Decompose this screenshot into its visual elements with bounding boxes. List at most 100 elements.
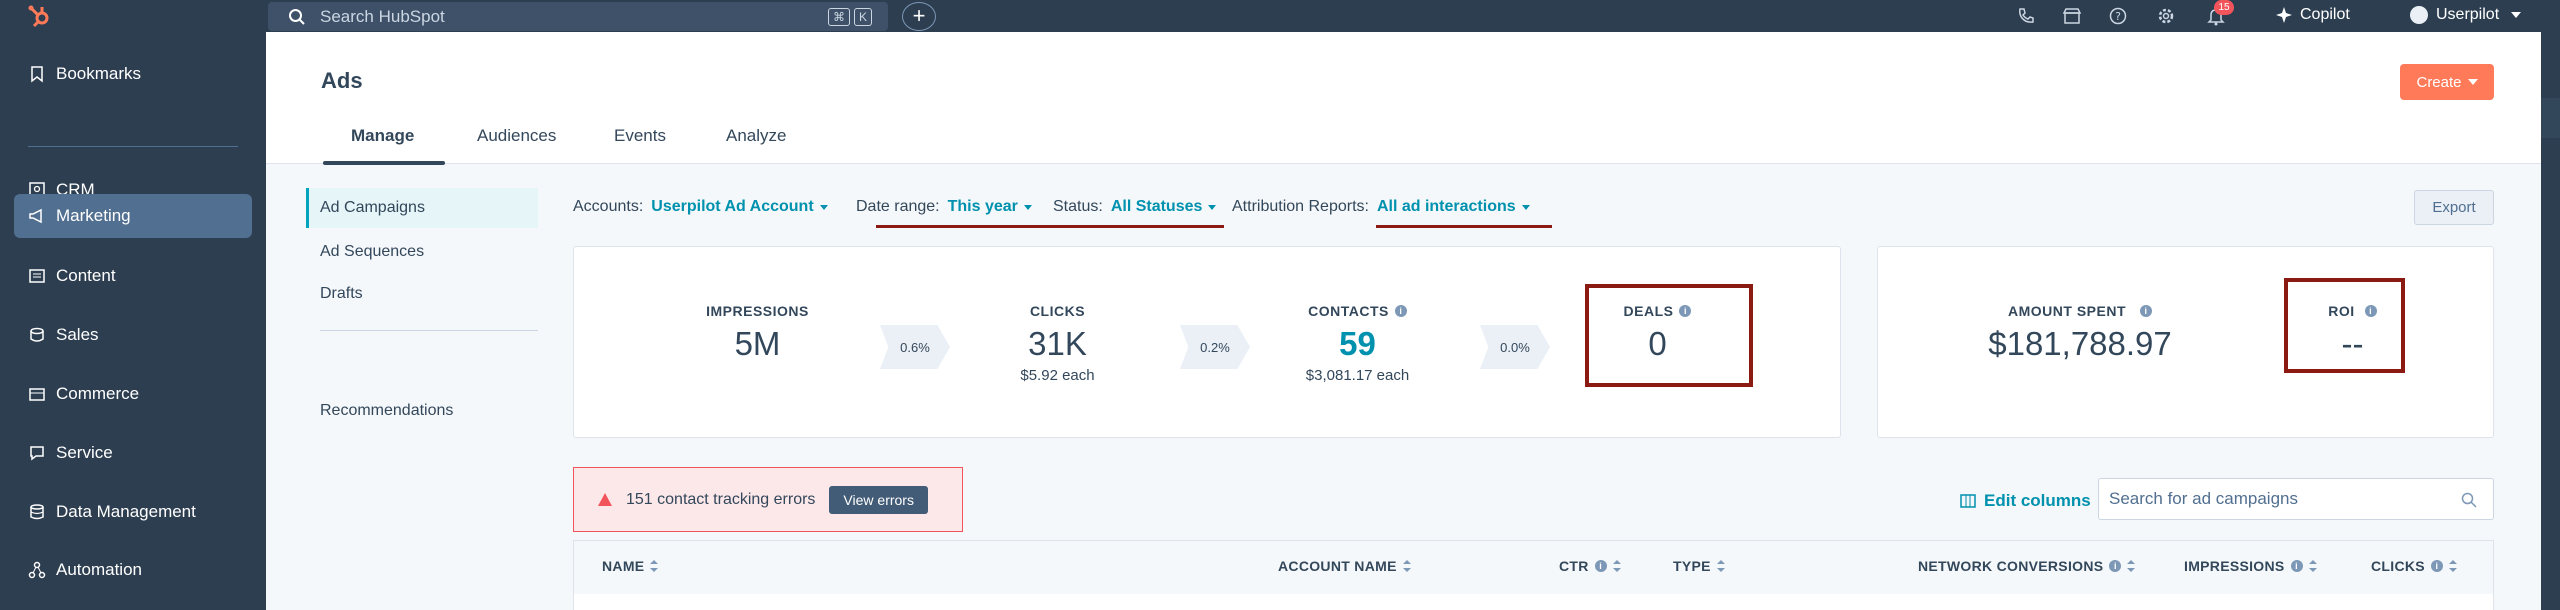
- sidebar-item-marketing[interactable]: Marketing: [14, 194, 252, 238]
- sidebar-item-label: Automation: [56, 560, 142, 579]
- tab-events[interactable]: Events: [614, 126, 666, 146]
- subnav-ad-sequences[interactable]: Ad Sequences: [306, 232, 538, 272]
- sales-icon: [30, 327, 44, 342]
- right-panel-tab[interactable]: [2541, 98, 2560, 138]
- sidebar-item-label: Sales: [56, 325, 99, 344]
- svg-text:?: ?: [2115, 10, 2121, 23]
- date-range-filter[interactable]: Date range: This year: [856, 198, 1032, 216]
- column-header-name[interactable]: NAME: [602, 558, 659, 574]
- tab-audiences[interactable]: Audiences: [477, 126, 556, 146]
- status-label: Status:: [1053, 198, 1103, 215]
- column-header-account-name[interactable]: ACCOUNT NAME: [1278, 558, 1411, 574]
- sidebar-item-data-management[interactable]: Data Management: [14, 490, 252, 534]
- contacts-cost: $3,081.17 each: [1305, 367, 1410, 384]
- conversion-rate-arrow: 0.6%: [880, 325, 950, 369]
- sidebar-item-sales[interactable]: Sales: [14, 313, 252, 357]
- view-errors-button[interactable]: View errors: [829, 485, 928, 514]
- column-label: IMPRESSIONS: [2184, 558, 2285, 574]
- column-header-network-conversions[interactable]: NETWORK CONVERSIONS i: [1918, 558, 2136, 574]
- chevron-down-icon: [1208, 204, 1217, 210]
- amount-spent-metric: AMOUNT SPENT i $181,788.97: [1970, 303, 2190, 363]
- sidebar-item-content[interactable]: Content: [14, 254, 252, 298]
- impressions-value: 5M: [734, 325, 781, 362]
- campaigns-table-body: [573, 594, 2494, 610]
- info-icon[interactable]: i: [1394, 305, 1407, 317]
- column-header-impressions[interactable]: IMPRESSIONS i: [2184, 558, 2317, 574]
- sidebar-item-label: Content: [56, 266, 116, 285]
- accounts-filter-value: Userpilot Ad Account: [651, 198, 814, 215]
- impressions-metric: IMPRESSIONS 5M: [690, 303, 825, 363]
- top-navigation-bar: Search HubSpot ⌘ K + ? 15 Copilot Userpi…: [0, 0, 2560, 32]
- annotation-underline: [1376, 225, 1552, 228]
- clicks-label: CLICKS: [1029, 303, 1086, 319]
- copilot-button[interactable]: Copilot: [2276, 6, 2350, 24]
- sidebar-item-automation[interactable]: Automation: [14, 548, 252, 592]
- sidebar-item-service[interactable]: Service: [14, 431, 252, 475]
- tab-analyze[interactable]: Analyze: [726, 126, 786, 146]
- column-label: ACCOUNT NAME: [1278, 558, 1397, 574]
- bookmark-icon: [31, 66, 43, 83]
- sort-icon: [1716, 560, 1725, 572]
- columns-icon: [1960, 494, 1976, 508]
- status-value: All Statuses: [1110, 198, 1203, 215]
- sort-icon: [1612, 560, 1621, 572]
- date-range-label: Date range:: [856, 198, 940, 215]
- info-icon[interactable]: i: [2109, 560, 2122, 572]
- search-icon: [2461, 492, 2477, 508]
- subnav-recommendations[interactable]: Recommendations: [306, 391, 538, 431]
- chevron-down-icon: [819, 204, 828, 210]
- accounts-filter[interactable]: Accounts: Userpilot Ad Account: [573, 198, 828, 216]
- create-button[interactable]: Create: [2400, 64, 2494, 100]
- user-menu[interactable]: Userpilot: [2410, 6, 2522, 24]
- date-range-value: This year: [947, 198, 1018, 215]
- create-label: Create: [2416, 73, 2462, 91]
- right-panel-strip: [2541, 32, 2560, 610]
- page-header: [266, 32, 2541, 164]
- logo-icon[interactable]: [26, 3, 52, 29]
- status-filter[interactable]: Status: All Statuses: [1053, 198, 1217, 216]
- tracking-errors-text: 151 contact tracking errors: [626, 490, 816, 508]
- attribution-label: Attribution Reports:: [1232, 198, 1369, 215]
- column-header-clicks[interactable]: CLICKS i: [2371, 558, 2457, 574]
- sort-icon: [2308, 560, 2317, 572]
- column-header-ctr[interactable]: CTR i: [1559, 558, 1621, 574]
- settings-icon[interactable]: [2156, 6, 2176, 26]
- user-name: Userpilot: [2436, 6, 2500, 23]
- info-icon[interactable]: i: [2140, 305, 2152, 317]
- conversion-rate-arrow: 0.2%: [1180, 325, 1250, 369]
- tab-manage[interactable]: Manage: [351, 126, 414, 146]
- phone-icon[interactable]: [2016, 6, 2036, 26]
- subnav-ad-campaigns[interactable]: Ad Campaigns: [306, 188, 538, 228]
- export-button[interactable]: Export: [2414, 190, 2494, 225]
- help-icon[interactable]: ?: [2108, 6, 2128, 26]
- accounts-filter-label: Accounts:: [573, 198, 644, 215]
- info-icon[interactable]: i: [1594, 560, 1607, 572]
- sort-icon: [650, 560, 659, 572]
- info-icon[interactable]: i: [2290, 560, 2303, 572]
- sort-icon: [2448, 560, 2457, 572]
- sidebar-item-commerce[interactable]: Commerce: [14, 372, 252, 416]
- column-header-type[interactable]: TYPE: [1673, 558, 1725, 574]
- column-label: CLICKS: [2371, 558, 2425, 574]
- subnav-drafts[interactable]: Drafts: [306, 274, 538, 314]
- sidebar-item-bookmarks[interactable]: Bookmarks: [14, 52, 252, 96]
- global-search-bar[interactable]: Search HubSpot ⌘ K: [268, 2, 888, 31]
- campaign-search-placeholder: Search for ad campaigns: [2109, 489, 2298, 508]
- edit-columns-button[interactable]: Edit columns: [1960, 491, 2091, 511]
- column-label: CTR: [1559, 558, 1589, 574]
- campaign-search-input[interactable]: Search for ad campaigns: [2098, 478, 2494, 520]
- amount-spent-label: AMOUNT SPENT: [2008, 303, 2126, 319]
- service-icon: [30, 446, 44, 461]
- automation-icon: [28, 561, 46, 579]
- info-icon[interactable]: i: [2430, 560, 2443, 572]
- contacts-value[interactable]: 59: [1285, 325, 1430, 363]
- sidebar-divider: [28, 146, 238, 147]
- warning-icon: [598, 493, 612, 506]
- contacts-label: CONTACTS: [1308, 303, 1389, 319]
- clicks-cost: $5.92 each: [1020, 367, 1095, 384]
- chevron-down-icon: [2467, 79, 2478, 85]
- marketplace-icon[interactable]: [2062, 6, 2082, 26]
- quick-create-button[interactable]: +: [902, 2, 936, 31]
- attribution-filter[interactable]: Attribution Reports: All ad interactions: [1232, 198, 1530, 216]
- subnav-divider: [320, 330, 538, 331]
